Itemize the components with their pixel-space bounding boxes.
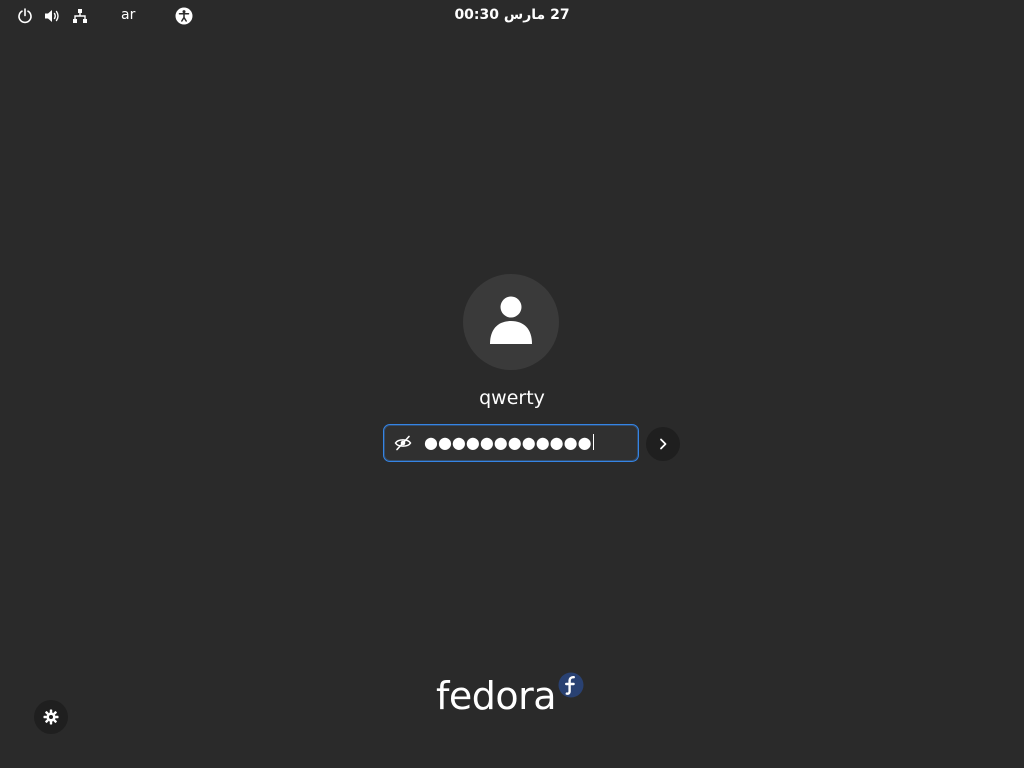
fedora-infinity-icon [558, 672, 584, 698]
login-screen: ar 27 مارس 00:30 qwerty ●●●●●●●●●●●● fed… [0, 0, 1024, 768]
clock[interactable]: 27 مارس 00:30 [0, 7, 1024, 23]
chevron-right-icon [660, 438, 667, 450]
logo-text: fedora [436, 674, 557, 718]
eye-slash-icon[interactable] [394, 434, 412, 452]
username-label: qwerty [479, 387, 545, 409]
fedora-logo: fedora [434, 670, 590, 722]
gear-icon [43, 709, 59, 725]
top-bar: ar 27 مارس 00:30 [0, 0, 1024, 32]
settings-button[interactable] [34, 700, 68, 734]
clock-text: 27 مارس 00:30 [454, 7, 570, 23]
submit-button[interactable] [646, 427, 680, 461]
password-input[interactable]: ●●●●●●●●●●●● [424, 432, 594, 454]
user-avatar-icon [490, 296, 532, 344]
password-field[interactable]: ●●●●●●●●●●●● [383, 424, 639, 462]
text-caret [592, 434, 594, 450]
password-mask: ●●●●●●●●●●●● [424, 433, 592, 452]
user-avatar [463, 274, 559, 370]
